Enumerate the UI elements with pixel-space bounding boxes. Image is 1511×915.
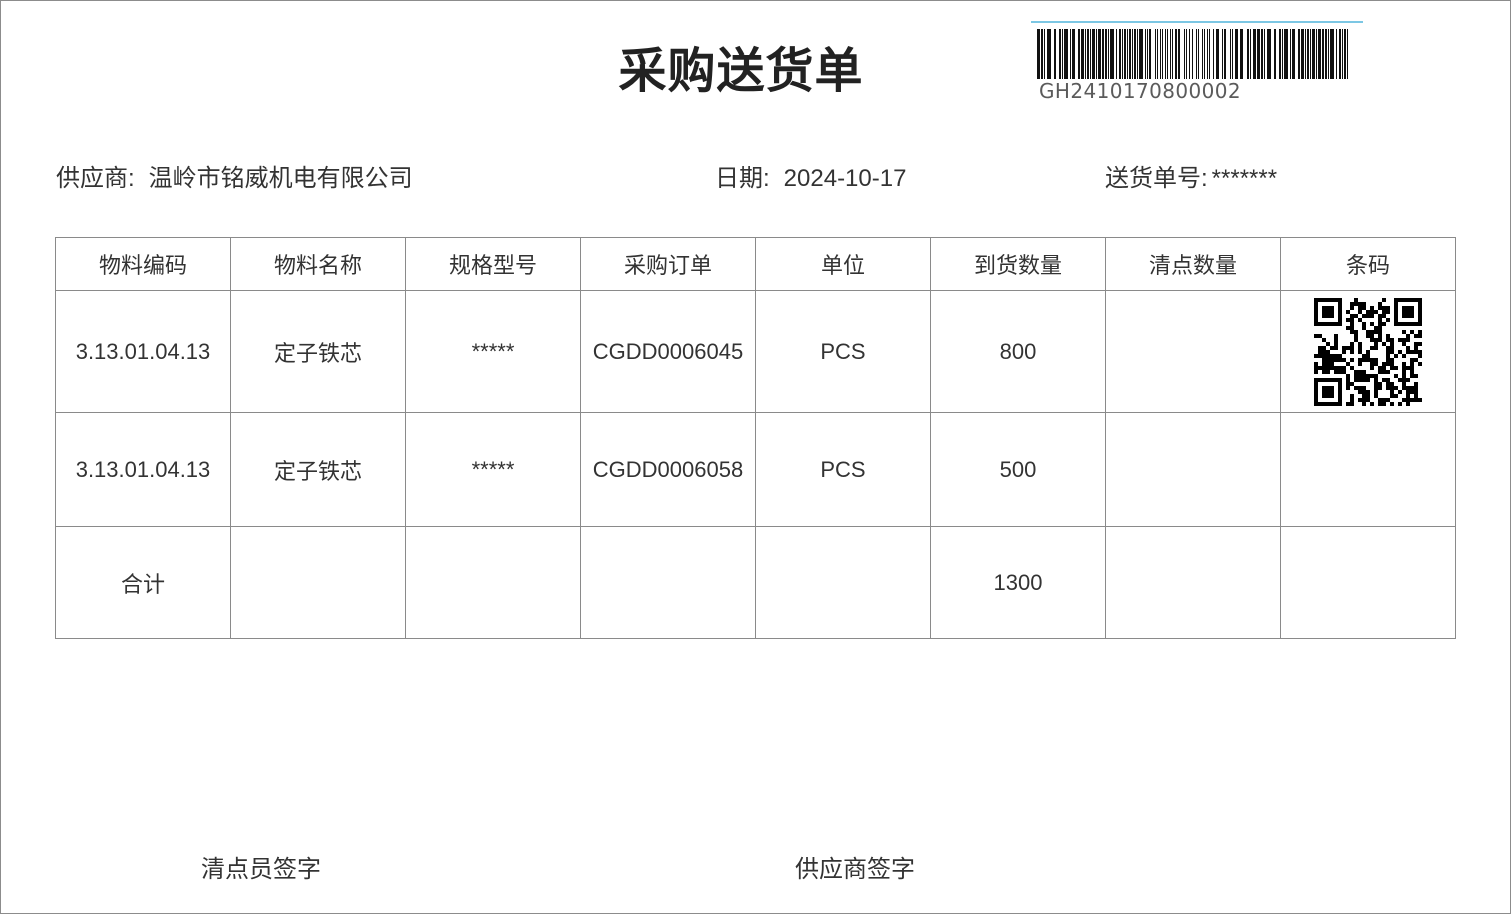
cell-arrived-qty: 800 — [930, 290, 1106, 413]
barcode-number: GH2410170800002 — [1039, 79, 1241, 103]
cell-unit: PCS — [755, 290, 931, 413]
total-empty-cell — [230, 526, 406, 639]
cell-barcode — [1280, 290, 1456, 413]
delivery-note-page: 采购送货单 GH2410170800002 供应商: 温岭市铭威机电有限公司 日期… — [0, 0, 1511, 914]
barcode-top-line — [1031, 21, 1363, 23]
header-material-name: 物料名称 — [230, 237, 406, 291]
cell-counted-qty — [1105, 290, 1281, 413]
cell-material-name: 定子铁芯 — [230, 290, 406, 413]
date-field: 日期: 2024-10-17 — [715, 158, 906, 193]
cell-barcode — [1280, 412, 1456, 527]
table-row: 3.13.01.04.13 定子铁芯 ***** CGDD0006058 PCS… — [55, 412, 1456, 527]
supplier-value: 温岭市铭威机电有限公司 — [148, 165, 413, 192]
total-empty-cell — [1105, 526, 1281, 639]
barcode: GH2410170800002 — [1031, 21, 1363, 103]
barcode-icon — [1037, 29, 1348, 79]
counter-signature-label: 清点员签字 — [201, 856, 321, 883]
total-label: 合计 — [55, 526, 231, 639]
total-empty-cell — [405, 526, 581, 639]
cell-purchase-order: CGDD0006058 — [580, 412, 756, 527]
supplier-signature-label: 供应商签字 — [795, 856, 915, 883]
date-value: 2024-10-17 — [783, 165, 907, 192]
supplier-label: 供应商: — [56, 165, 135, 192]
cell-counted-qty — [1105, 412, 1281, 527]
cell-unit: PCS — [755, 412, 931, 527]
cell-purchase-order: CGDD0006045 — [580, 290, 756, 413]
total-arrived-qty: 1300 — [930, 526, 1106, 639]
cell-material-name: 定子铁芯 — [230, 412, 406, 527]
supplier-field: 供应商: 温岭市铭威机电有限公司 — [56, 158, 413, 193]
header-spec: 规格型号 — [405, 237, 581, 291]
header-material-code: 物料编码 — [55, 237, 231, 291]
items-table: 物料编码 物料名称 规格型号 采购订单 单位 到货数量 清点数量 条码 3.13… — [55, 237, 1456, 639]
header-arrived-qty: 到货数量 — [930, 237, 1106, 291]
header-barcode: 条码 — [1280, 237, 1456, 291]
cell-arrived-qty: 500 — [930, 412, 1106, 527]
header-unit: 单位 — [755, 237, 931, 291]
header-purchase-order: 采购订单 — [580, 237, 756, 291]
delivery-number-field: 送货单号: ******* — [1105, 158, 1277, 193]
date-label: 日期: — [715, 165, 770, 192]
delivery-number-label: 送货单号: — [1105, 165, 1208, 192]
table-header-row: 物料编码 物料名称 规格型号 采购订单 单位 到货数量 清点数量 条码 — [55, 237, 1456, 291]
cell-material-code: 3.13.01.04.13 — [55, 412, 231, 527]
delivery-number-value: ******* — [1211, 165, 1278, 192]
cell-material-code: 3.13.01.04.13 — [55, 290, 231, 413]
cell-spec: ***** — [405, 290, 581, 413]
qr-code-icon — [1314, 297, 1422, 406]
total-empty-cell — [580, 526, 756, 639]
table-total-row: 合计 1300 — [55, 526, 1456, 639]
cell-spec: ***** — [405, 412, 581, 527]
table-row: 3.13.01.04.13 定子铁芯 ***** CGDD0006045 PCS… — [55, 290, 1456, 413]
total-empty-cell — [1280, 526, 1456, 639]
total-empty-cell — [755, 526, 931, 639]
header-counted-qty: 清点数量 — [1105, 237, 1281, 291]
